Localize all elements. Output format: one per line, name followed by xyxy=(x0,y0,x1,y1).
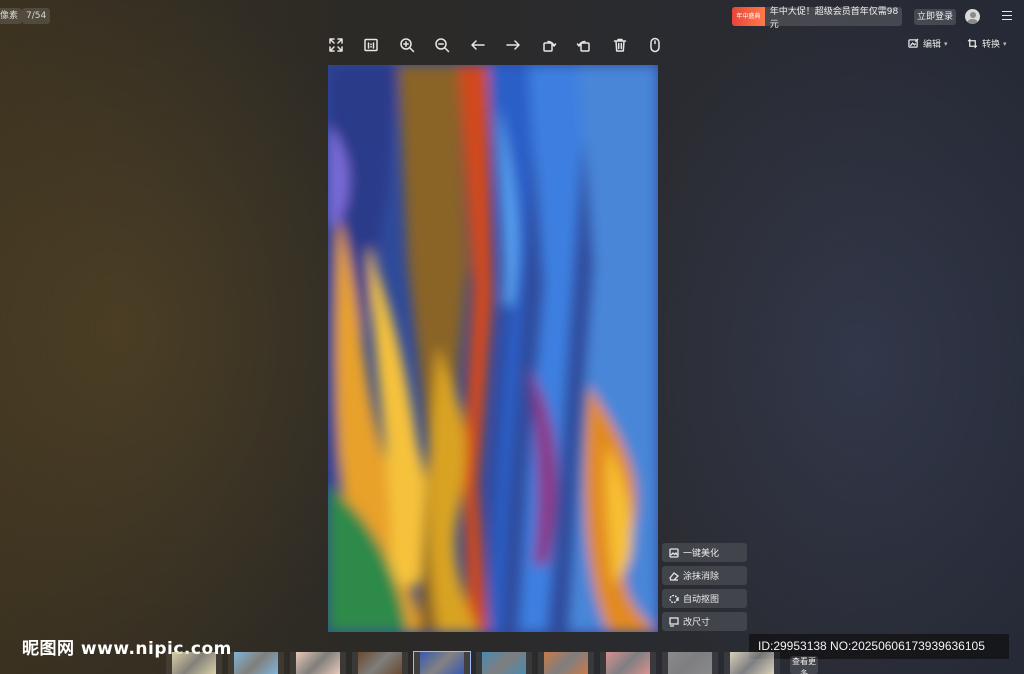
previous-arrow-icon xyxy=(471,40,485,50)
thumbnail[interactable] xyxy=(228,652,284,674)
next-arrow-icon xyxy=(506,40,520,50)
thumbnail[interactable] xyxy=(413,651,471,674)
main-image[interactable] xyxy=(328,65,658,632)
delete-button[interactable] xyxy=(602,34,638,56)
thumbnail[interactable] xyxy=(538,652,594,674)
zoom-in-icon xyxy=(400,38,414,53)
resize-icon xyxy=(669,616,679,627)
thumbnail[interactable] xyxy=(290,652,346,674)
pixels-label: 像素 xyxy=(0,8,23,24)
thumbnail-image xyxy=(482,652,526,674)
fullscreen-button[interactable] xyxy=(318,34,354,56)
chevron-down-icon: ▾ xyxy=(944,39,948,48)
eraser-icon xyxy=(669,571,679,581)
original-size-icon xyxy=(364,38,378,52)
edit-label: 编辑 xyxy=(923,40,942,50)
previous-button[interactable] xyxy=(460,34,496,56)
image-edit-icon xyxy=(908,38,919,48)
zoom-out-icon xyxy=(435,38,450,53)
rotate-right-icon xyxy=(577,40,590,52)
convert-menu-button[interactable]: 转换 ▾ xyxy=(967,37,1007,50)
login-button[interactable]: 立即登录 xyxy=(914,9,956,25)
cutout-label: 自动抠图 xyxy=(683,595,720,605)
image-counter: 7/54 xyxy=(22,8,51,24)
rotate-right-button[interactable] xyxy=(567,34,603,56)
thumbnail-image xyxy=(544,652,588,674)
zoom-in-button[interactable] xyxy=(389,34,425,56)
resize-label: 改尺寸 xyxy=(683,618,711,628)
thumbnail-strip xyxy=(166,651,806,674)
thumbnail-image xyxy=(358,652,402,674)
thumbnail[interactable] xyxy=(662,652,718,674)
fullscreen-icon xyxy=(329,38,343,52)
next-button[interactable] xyxy=(496,34,532,56)
rotate-left-button[interactable] xyxy=(531,34,567,56)
menu-icon[interactable] xyxy=(1002,11,1012,21)
thumbnail[interactable] xyxy=(724,652,780,674)
viewer-toolbar xyxy=(318,34,673,56)
cutout-icon xyxy=(669,594,679,603)
abstract-painting xyxy=(328,65,658,632)
view-more-button[interactable]: 查看更多 xyxy=(790,656,818,674)
delete-icon xyxy=(613,38,626,52)
thumbnail-image xyxy=(296,652,340,674)
original-size-button[interactable] xyxy=(354,34,390,56)
promo-tag: 年中盛典 xyxy=(732,7,765,26)
chevron-down-icon: ▾ xyxy=(1003,39,1007,48)
auto-cutout-button[interactable]: 自动抠图 xyxy=(662,589,747,608)
erase-label: 涂抹消除 xyxy=(683,572,720,582)
mouse-icon xyxy=(650,37,660,53)
rotate-left-icon xyxy=(543,40,556,52)
thumbnail-image xyxy=(234,652,278,674)
thumbnail-image xyxy=(606,652,650,674)
mouse-mode-button[interactable] xyxy=(638,34,674,56)
promo-banner[interactable]: 年中盛典 年中大促！超级会员首年仅需98元 xyxy=(732,7,902,30)
beautify-label: 一键美化 xyxy=(683,549,720,559)
beautify-button[interactable]: 一键美化 xyxy=(662,543,747,562)
thumbnail-image xyxy=(420,652,464,674)
edit-menu-button[interactable]: 编辑 ▾ xyxy=(908,37,948,50)
crop-icon xyxy=(967,38,978,49)
convert-label: 转换 xyxy=(982,40,1001,50)
thumbnail-image xyxy=(730,652,774,674)
zoom-out-button[interactable] xyxy=(425,34,461,56)
image-enhance-icon xyxy=(669,547,679,558)
thumbnail[interactable] xyxy=(476,652,532,674)
erase-button[interactable]: 涂抹消除 xyxy=(662,566,747,585)
thumbnail[interactable] xyxy=(600,652,656,674)
thumbnail-image xyxy=(172,652,216,674)
thumbnail[interactable] xyxy=(166,652,222,674)
avatar[interactable] xyxy=(965,9,980,24)
thumbnail[interactable] xyxy=(352,652,408,674)
resize-button[interactable]: 改尺寸 xyxy=(662,612,747,631)
promo-text: 年中大促！超级会员首年仅需98元 xyxy=(769,6,899,30)
thumbnail-image xyxy=(668,652,712,674)
